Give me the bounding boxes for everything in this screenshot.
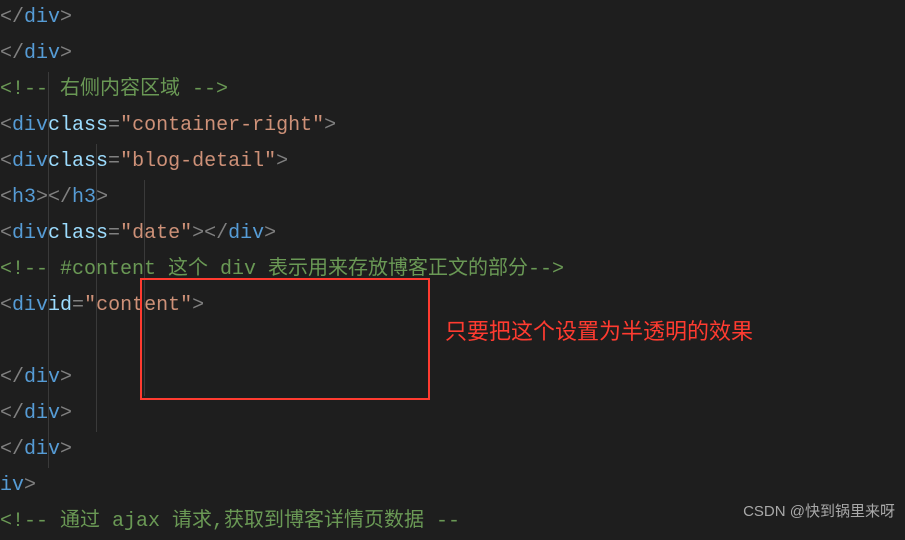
code-line: </div> [0, 432, 905, 468]
code-line-comment: <!-- 右侧内容区域 --> [0, 72, 905, 108]
code-line: </div> [0, 396, 905, 432]
code-line-comment: <!-- #content 这个 div 表示用来存放博客正文的部分--> [0, 252, 905, 288]
code-line: </div> [0, 360, 905, 396]
code-line: </div> [0, 0, 905, 36]
code-line: <div class="blog-detail"> [0, 144, 905, 180]
annotation-text: 只要把这个设置为半透明的效果 [445, 312, 753, 352]
code-line: <h3></h3> [0, 180, 905, 216]
code-line: <div class="date"></div> [0, 216, 905, 252]
code-block: </div> </div> <!-- 右侧内容区域 --> <div class… [0, 0, 905, 540]
watermark: CSDN @快到锅里来呀 [743, 498, 895, 525]
code-line: </div> [0, 36, 905, 72]
code-line: <div class="container-right"> [0, 108, 905, 144]
